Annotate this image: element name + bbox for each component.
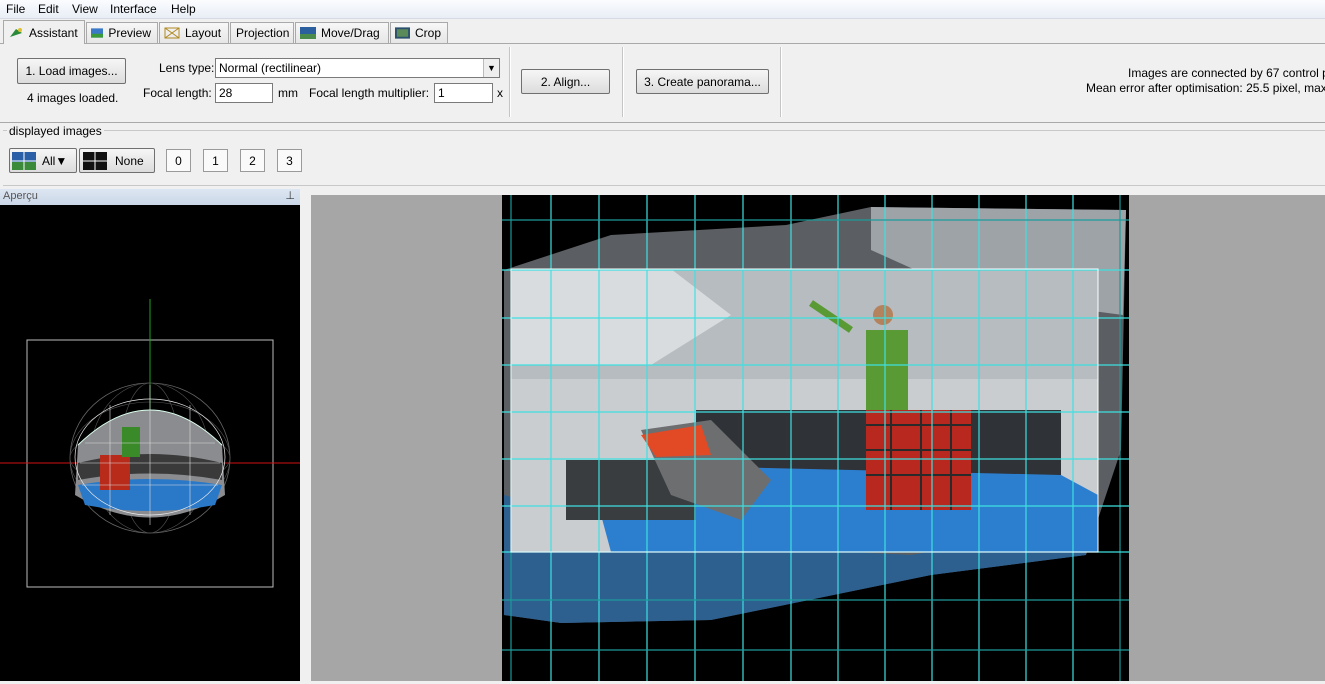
align-button[interactable]: 2. Align...	[521, 69, 610, 94]
images-loaded-text: 4 images loaded.	[27, 91, 119, 105]
image-toggle-0[interactable]: 0	[166, 149, 191, 172]
tab-preview[interactable]: Preview	[86, 22, 158, 43]
tab-layout[interactable]: Layout	[159, 22, 229, 43]
lens-type-select[interactable]: Normal (rectilinear) ▼	[215, 58, 500, 78]
menu-view[interactable]: View	[72, 2, 98, 16]
focal-length-label: Focal length:	[143, 86, 212, 100]
multiplier-unit: x	[497, 86, 503, 100]
multiplier-label: Focal length multiplier:	[309, 86, 430, 100]
image-toggle-2[interactable]: 2	[240, 149, 265, 172]
person	[866, 330, 908, 410]
all-images-icon	[12, 151, 36, 170]
panorama-preview	[502, 195, 1129, 681]
status-control-points: Images are connected by 67 control p	[1128, 66, 1325, 80]
person	[122, 427, 140, 457]
multiplier-field[interactable]: 1	[434, 83, 493, 103]
displayed-images-title: displayed images	[7, 124, 104, 138]
status-mean-error: Mean error after optimisation: 25.5 pixe…	[1086, 81, 1325, 95]
image-toggle-3[interactable]: 3	[277, 149, 302, 172]
group-frame	[3, 130, 1325, 186]
menu-edit[interactable]: Edit	[38, 2, 59, 16]
apercu-overview[interactable]	[0, 205, 300, 681]
menu-file[interactable]: File	[6, 2, 25, 16]
displayed-images-group: displayed images All▼ None 0 1 2 3	[0, 122, 1325, 186]
crop-icon	[395, 27, 410, 39]
tab-label: Move/Drag	[321, 26, 380, 40]
chevron-down-icon[interactable]: ▼	[483, 59, 499, 77]
no-images-icon	[83, 151, 107, 170]
image-toggle-1[interactable]: 1	[203, 149, 228, 172]
tab-label: Projection	[236, 26, 290, 40]
move-drag-icon	[300, 27, 316, 39]
focal-length-field[interactable]: 28	[215, 83, 273, 103]
menubar: File Edit View Interface Help	[0, 0, 1325, 19]
create-panorama-button[interactable]: 3. Create panorama...	[636, 69, 769, 94]
layout-icon	[164, 27, 180, 39]
panorama-preview-canvas[interactable]	[311, 195, 1325, 681]
show-none-button[interactable]: None	[79, 148, 155, 173]
apercu-title: Aperçu	[3, 190, 38, 202]
apercu-titlebar: Aperçu ⊥	[0, 189, 300, 205]
tab-bar: Assistant Preview Layout Projection Move…	[0, 20, 1325, 44]
focal-length-unit: mm	[278, 86, 298, 100]
separator	[780, 47, 782, 117]
preview-icon	[91, 28, 104, 38]
menu-help[interactable]: Help	[171, 2, 196, 16]
assistant-icon	[10, 27, 22, 37]
tab-move-drag[interactable]: Move/Drag	[295, 22, 389, 43]
tab-label: Preview	[108, 26, 151, 40]
tab-crop[interactable]: Crop	[390, 22, 448, 43]
tab-projection[interactable]: Projection	[230, 22, 294, 43]
lens-type-value: Normal (rectilinear)	[219, 61, 322, 75]
tab-label: Layout	[185, 26, 222, 40]
tab-assistant[interactable]: Assistant	[3, 20, 85, 44]
show-none-label: None	[115, 153, 144, 168]
assistant-panel: 1. Load images... 4 images loaded. Lens …	[0, 43, 1325, 123]
load-images-button[interactable]: 1. Load images...	[17, 58, 126, 84]
tab-label: Crop	[414, 26, 441, 40]
separator	[622, 47, 624, 117]
show-all-label: All▼	[42, 153, 68, 168]
show-all-button[interactable]: All▼	[9, 148, 77, 173]
pin-icon[interactable]: ⊥	[285, 189, 295, 202]
menu-interface[interactable]: Interface	[110, 2, 157, 16]
lens-type-label: Lens type:	[159, 61, 215, 75]
tab-label: Assistant	[29, 25, 78, 40]
separator	[509, 47, 511, 117]
sphere-overview	[0, 299, 300, 588]
